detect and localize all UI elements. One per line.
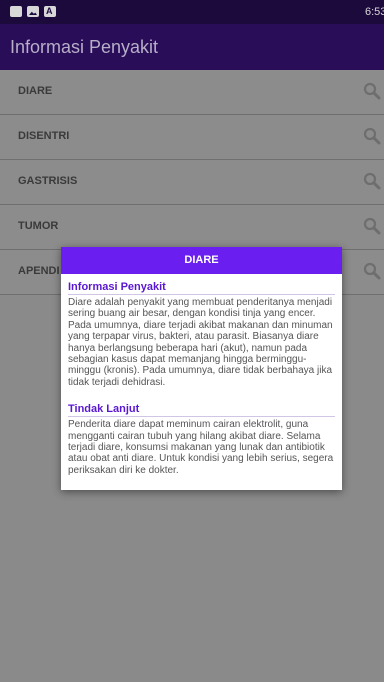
list-item-label: DISENTRI	[18, 130, 70, 142]
status-bar: 6:53	[0, 0, 384, 24]
notification-icon	[10, 6, 22, 17]
list-item-label: DIARE	[18, 85, 53, 97]
text-notification-icon	[44, 6, 56, 17]
dialog-title: DIARE	[61, 247, 342, 274]
list-item-label: GASTRISIS	[18, 175, 78, 187]
action-section-title: Tindak Lanjut	[68, 403, 335, 418]
list-item-diare[interactable]: DIARE	[0, 70, 384, 115]
dialog-body: Informasi Penyakit Diare adalah penyakit…	[61, 274, 342, 476]
status-time: 6:53	[365, 6, 384, 18]
search-icon[interactable]	[363, 172, 381, 190]
info-section-title: Informasi Penyakit	[68, 281, 335, 295]
search-icon[interactable]	[363, 262, 381, 280]
disease-dialog: DIARE Informasi Penyakit Diare adalah pe…	[61, 247, 342, 490]
list-item-gastrisis[interactable]: GASTRISIS	[0, 160, 384, 205]
image-notification-icon	[27, 6, 39, 17]
search-icon[interactable]	[363, 82, 381, 100]
list-item-label: APENDI	[18, 265, 60, 277]
list-item-disentri[interactable]: DISENTRI	[0, 115, 384, 160]
notification-icons	[10, 6, 56, 17]
list-item-tumor[interactable]: TUMOR	[0, 205, 384, 250]
action-section-text: Penderita diare dapat meminum cairan ele…	[68, 419, 334, 476]
info-section-text: Diare adalah penyakit yang membuat pende…	[68, 297, 333, 388]
search-icon[interactable]	[363, 127, 381, 145]
list-item-label: TUMOR	[18, 220, 59, 232]
app-title: Informasi Penyakit	[10, 37, 159, 57]
app-bar: Informasi Penyakit	[0, 24, 384, 70]
search-icon[interactable]	[363, 217, 381, 235]
